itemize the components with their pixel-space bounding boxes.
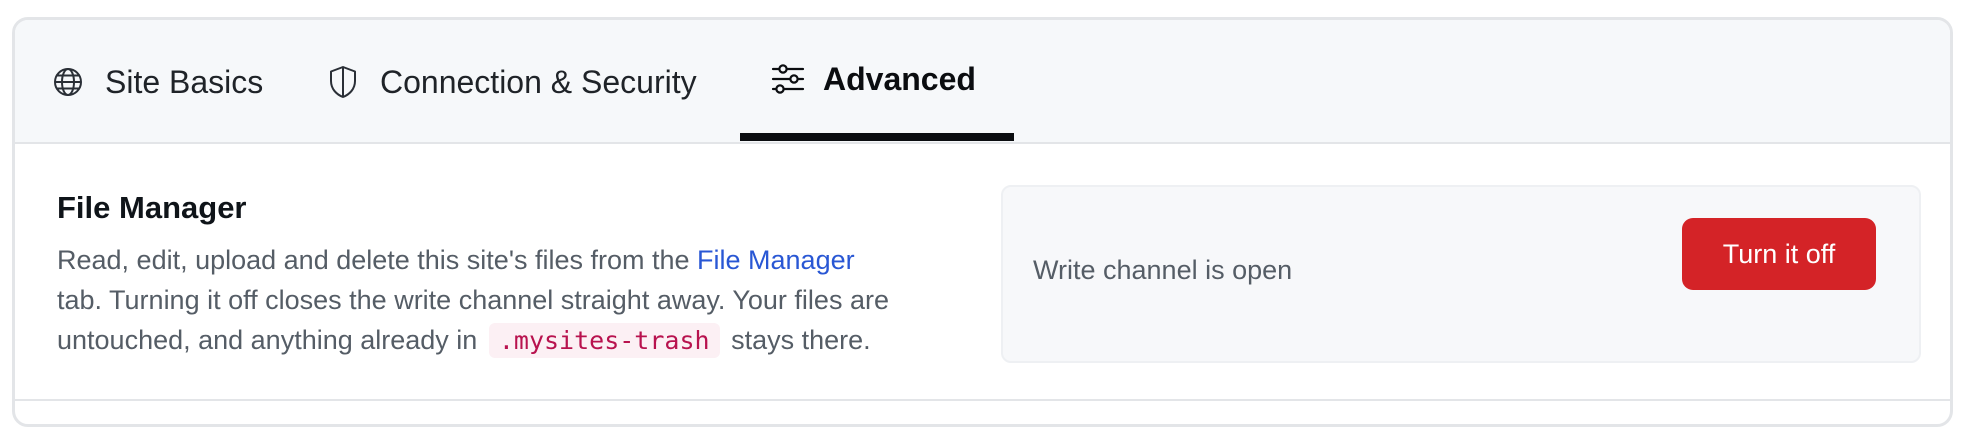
tab-label: Connection & Security (380, 63, 697, 100)
tab-site-basics[interactable]: Site Basics (51, 20, 263, 144)
write-channel-status: Write channel is open (1033, 255, 1293, 285)
trash-folder-code: .mysites-trash (488, 323, 720, 358)
active-tab-indicator (740, 133, 1014, 141)
section-divider (15, 399, 1950, 401)
write-channel-panel: Write channel is open Turn it off (1001, 185, 1921, 363)
turn-off-button[interactable]: Turn it off (1682, 218, 1876, 290)
description-line-3: untouched, and anything already in .mysi… (57, 320, 1007, 361)
section-title: File Manager (57, 190, 247, 225)
tab-label: Site Basics (105, 63, 264, 100)
shield-icon (326, 65, 360, 99)
tab-advanced[interactable]: Advanced (771, 20, 976, 138)
globe-icon (51, 65, 85, 99)
tab-connection-security[interactable]: Connection & Security (326, 20, 697, 144)
description-line-1: Read, edit, upload and delete this site'… (57, 245, 855, 275)
tab-label: Advanced (823, 60, 976, 97)
tab-bar: Site Basics Connection & Security Advanc… (15, 20, 1950, 144)
description-line-2: tab. Turning it off closes the write cha… (57, 285, 889, 315)
file-manager-link[interactable]: File Manager (697, 245, 855, 275)
section-description: Read, edit, upload and delete this site'… (57, 240, 1007, 361)
settings-card: Site Basics Connection & Security Advanc… (12, 17, 1953, 427)
sliders-icon (771, 62, 805, 96)
